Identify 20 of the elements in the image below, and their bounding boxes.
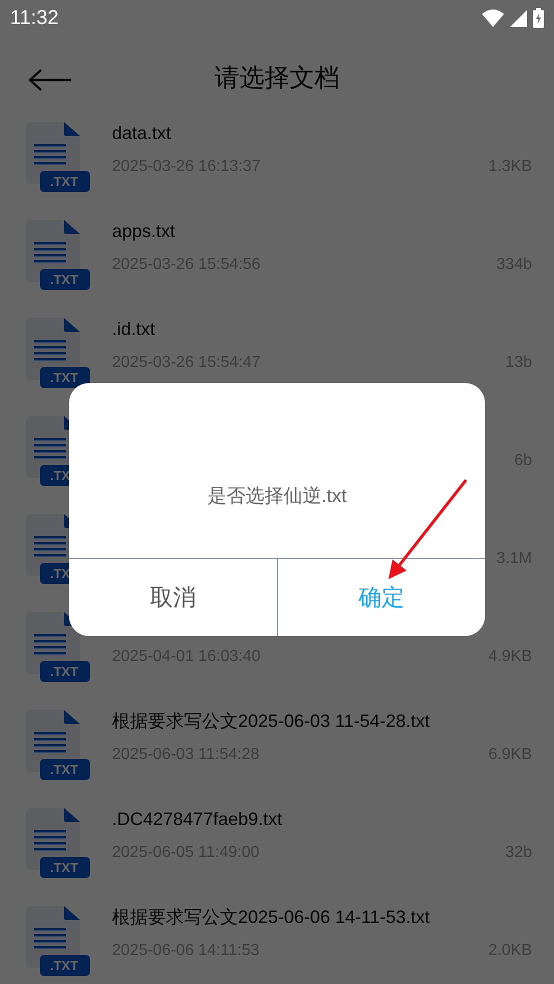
file-name[interactable]: .DC4278477faeb9.txt <box>112 804 532 834</box>
page-title: 请选择文档 <box>214 62 340 94</box>
battery-icon <box>533 8 544 28</box>
file-name[interactable]: 根据要求写公文2025-06-03 11-54-28.txt <box>112 706 532 736</box>
file-type-label: .TXT <box>40 269 90 290</box>
file-type-label: .TXT <box>40 171 90 192</box>
file-name[interactable]: apps.txt <box>112 216 532 246</box>
file-type-label: .TXT <box>40 955 90 976</box>
file-type-label: .TXT <box>40 367 90 388</box>
file-type-label: .TXT <box>40 661 90 682</box>
wifi-icon <box>482 9 504 27</box>
signal-icon <box>510 10 527 26</box>
confirm-button[interactable]: 确定 <box>276 559 485 636</box>
file-name[interactable]: .id.txt <box>112 314 532 344</box>
status-time: 11:32 <box>10 6 59 30</box>
dialog-message: 是否选择仙逆.txt <box>207 484 347 508</box>
file-name[interactable]: data.txt <box>112 118 532 148</box>
file-type-label: .TXT <box>40 759 90 780</box>
file-type-label: .TXT <box>40 857 90 878</box>
file-name[interactable]: 根据要求写公文2025-06-06 14-11-53.txt <box>112 902 532 932</box>
